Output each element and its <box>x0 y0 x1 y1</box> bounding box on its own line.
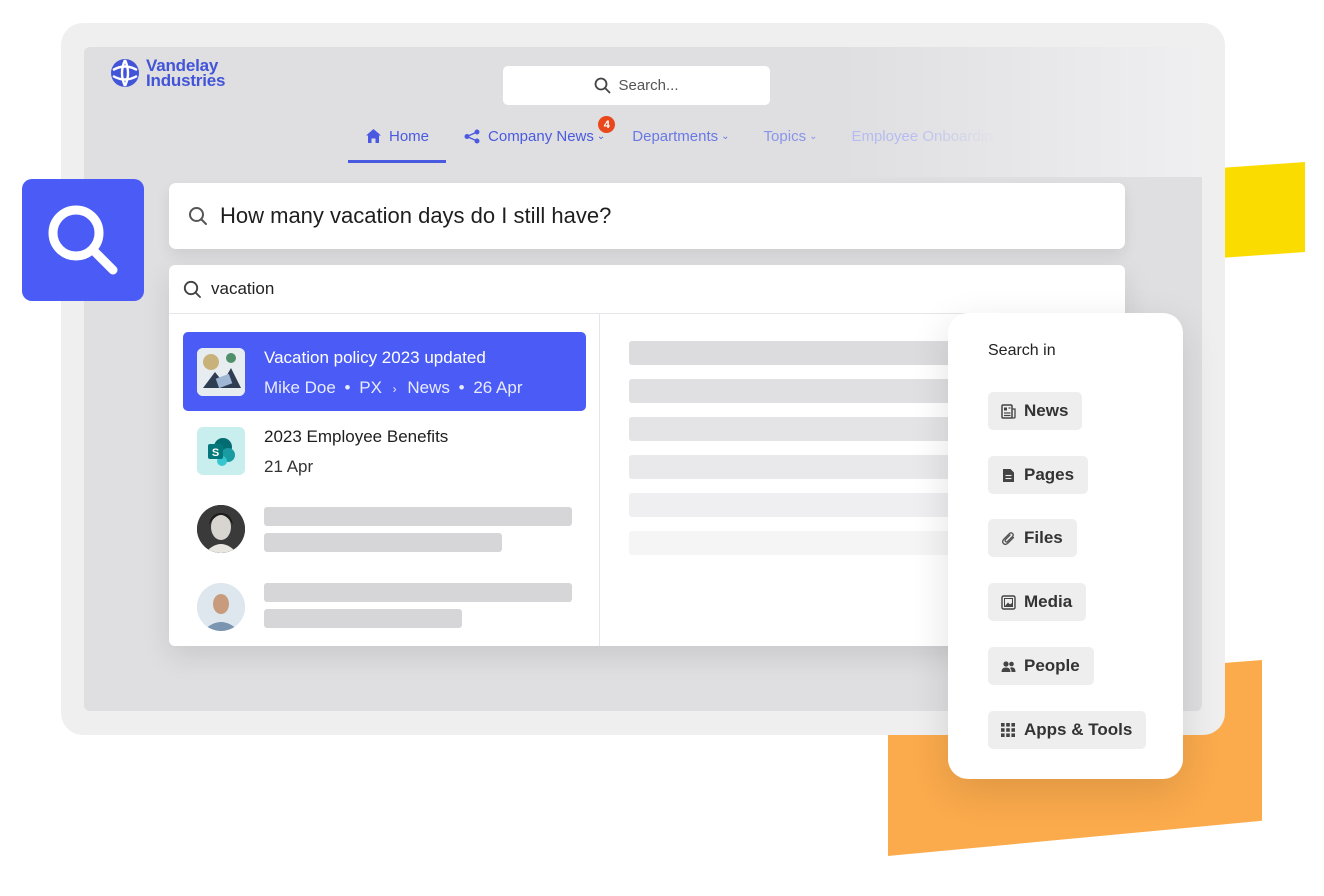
result-category: News <box>407 378 450 397</box>
news-thumbnail <box>197 348 245 396</box>
paperclip-icon <box>1000 530 1016 546</box>
search-feature-tile <box>22 179 144 301</box>
result-title: Vacation policy 2023 updated <box>264 348 486 367</box>
nav-label-employee-onboarding: Employee Onboarding <box>851 127 997 145</box>
search-icon <box>189 207 207 225</box>
scope-label: Media <box>1024 592 1073 611</box>
scope-label: Pages <box>1024 465 1075 484</box>
preview-skeleton-line <box>629 379 959 403</box>
preview-skeleton-line <box>629 417 959 441</box>
skeleton-line <box>264 583 572 602</box>
result-author: Mike Doe <box>264 378 336 397</box>
search-icon <box>595 77 611 94</box>
nav-label-departments: Departments <box>632 127 719 145</box>
globe-logo-icon <box>111 59 139 87</box>
nav-label-topics: Topics <box>763 127 807 145</box>
results-search-input[interactable]: vacation <box>169 265 1125 314</box>
results-search-value: vacation <box>211 279 275 298</box>
ai-question-input[interactable]: How many vacation days do I still have? <box>169 183 1125 249</box>
question-text: How many vacation days do I still have? <box>220 203 612 228</box>
skeleton-line <box>264 533 502 552</box>
nav-label-home: Home <box>389 128 430 145</box>
search-result-item[interactable]: S 2023 Employee Benefits 21 Apr <box>183 411 586 490</box>
search-icon <box>183 280 201 298</box>
sharepoint-icon: S <box>197 427 245 475</box>
chevron-down-icon: ⌄ <box>721 130 730 142</box>
news-thumbnail-image <box>197 348 245 396</box>
home-icon <box>366 129 381 143</box>
result-title: 2023 Employee Benefits <box>264 427 449 446</box>
page-icon <box>1000 467 1016 483</box>
nav-item-topics[interactable]: Topics ⌄ <box>764 120 818 152</box>
share-icon <box>464 129 480 143</box>
scope-label: Files <box>1024 528 1063 547</box>
scope-chip-media[interactable]: Media <box>988 583 1087 621</box>
chevron-right-icon: › <box>392 382 397 396</box>
nav-item-departments[interactable]: Departments ⌄ <box>632 120 729 152</box>
scope-chip-files[interactable]: Files <box>988 519 1077 557</box>
scope-label: Apps & Tools <box>1024 720 1133 739</box>
skeleton-line <box>264 609 462 628</box>
scope-label: People <box>1024 656 1080 675</box>
preview-skeleton-line <box>629 493 959 517</box>
avatar <box>197 505 245 553</box>
preview-skeleton-line <box>629 341 959 365</box>
header-search-placeholder: Search... <box>618 77 679 94</box>
people-icon <box>1000 658 1016 674</box>
search-in-title: Search in <box>988 342 1056 359</box>
column-divider <box>599 313 600 646</box>
search-scope-panel: Search in News Pages Files Media People <box>948 313 1183 779</box>
result-section: PX <box>359 378 382 397</box>
svg-text:S: S <box>212 447 219 459</box>
image-icon <box>1000 594 1016 610</box>
company-logo[interactable]: Vandelay Industries <box>110 56 226 90</box>
result-date: 26 Apr <box>473 378 523 397</box>
scope-chip-pages[interactable]: Pages <box>988 456 1089 494</box>
nav-item-employee-onboarding[interactable]: Employee Onboarding <box>851 120 996 152</box>
chevron-down-icon: ⌄ <box>809 130 818 142</box>
nav-item-home[interactable]: Home <box>348 120 447 163</box>
header-search-input[interactable]: Search... <box>503 66 770 105</box>
main-navigation: Home Company News ⌄ 4 Departments ⌄ Topi… <box>348 116 996 166</box>
grid-icon <box>1000 722 1016 738</box>
search-result-item[interactable]: Vacation policy 2023 updated Mike Doe • … <box>183 332 586 411</box>
result-meta: Mike Doe • PX › News • 26 Apr <box>264 378 523 397</box>
news-icon <box>1000 403 1016 419</box>
avatar <box>197 583 245 631</box>
scope-chip-people[interactable]: People <box>988 647 1094 685</box>
skeleton-line <box>264 507 572 526</box>
preview-skeleton-line <box>629 531 959 555</box>
nav-label-company-news: Company News <box>488 127 594 145</box>
notification-badge: 4 <box>598 116 616 133</box>
result-date: 21 Apr <box>264 457 314 476</box>
scope-chip-news[interactable]: News <box>988 392 1083 430</box>
search-icon <box>48 205 118 275</box>
company-name: Vandelay Industries <box>146 56 226 90</box>
nav-item-company-news[interactable]: Company News ⌄ 4 <box>464 116 616 152</box>
scope-label: News <box>1024 401 1069 420</box>
scope-chip-apps-tools[interactable]: Apps & Tools <box>988 711 1147 749</box>
preview-skeleton-line <box>629 455 959 479</box>
